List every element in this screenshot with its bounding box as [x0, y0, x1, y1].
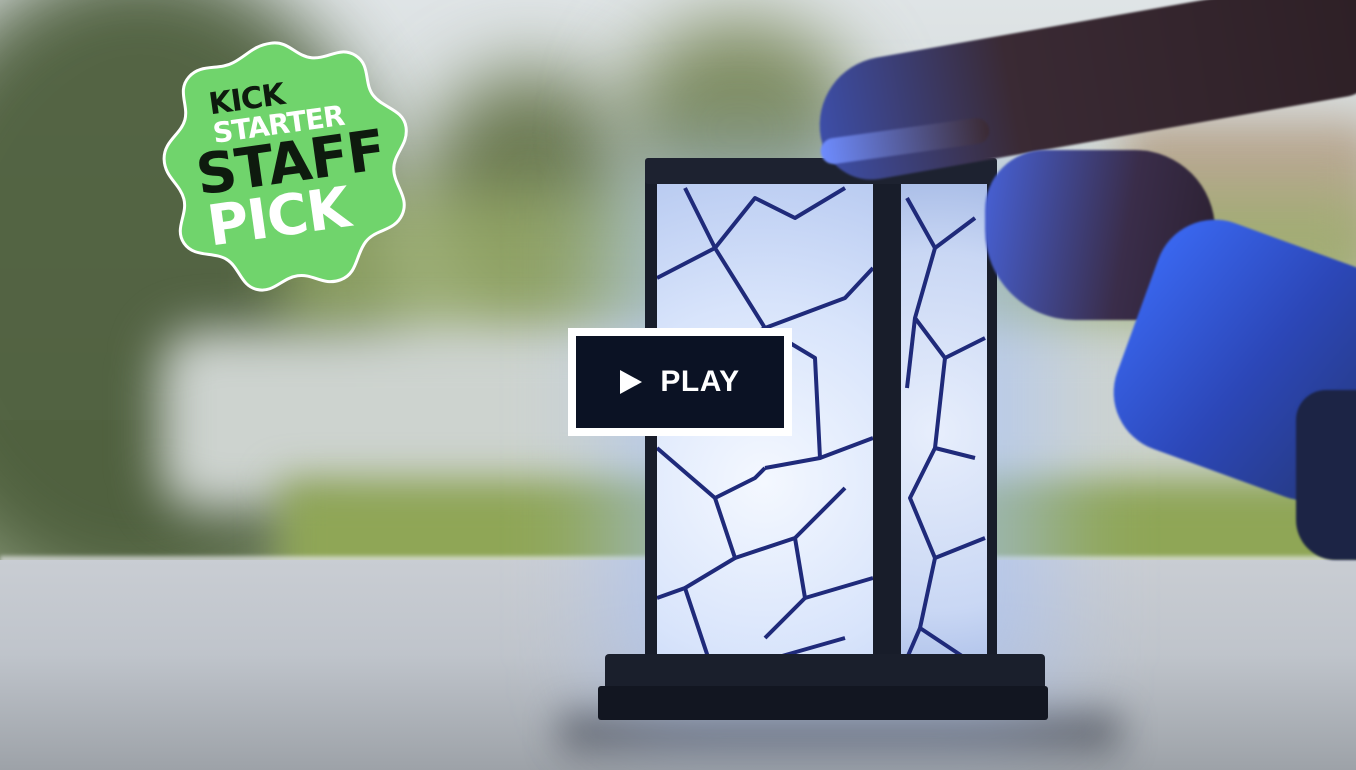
- play-triangle-icon: [620, 370, 643, 394]
- kickstarter-staff-pick-badge: KICK STARTER STAFF PICK: [143, 19, 432, 308]
- play-button-label: PLAY: [660, 365, 740, 398]
- lamp-frame-post: [873, 178, 901, 688]
- lamp-base-plinth: [598, 686, 1048, 720]
- play-button-face[interactable]: PLAY: [576, 336, 784, 428]
- sleeve: [1296, 390, 1356, 560]
- play-button[interactable]: PLAY: [568, 328, 792, 436]
- badge-text-pick: PICK: [203, 175, 354, 260]
